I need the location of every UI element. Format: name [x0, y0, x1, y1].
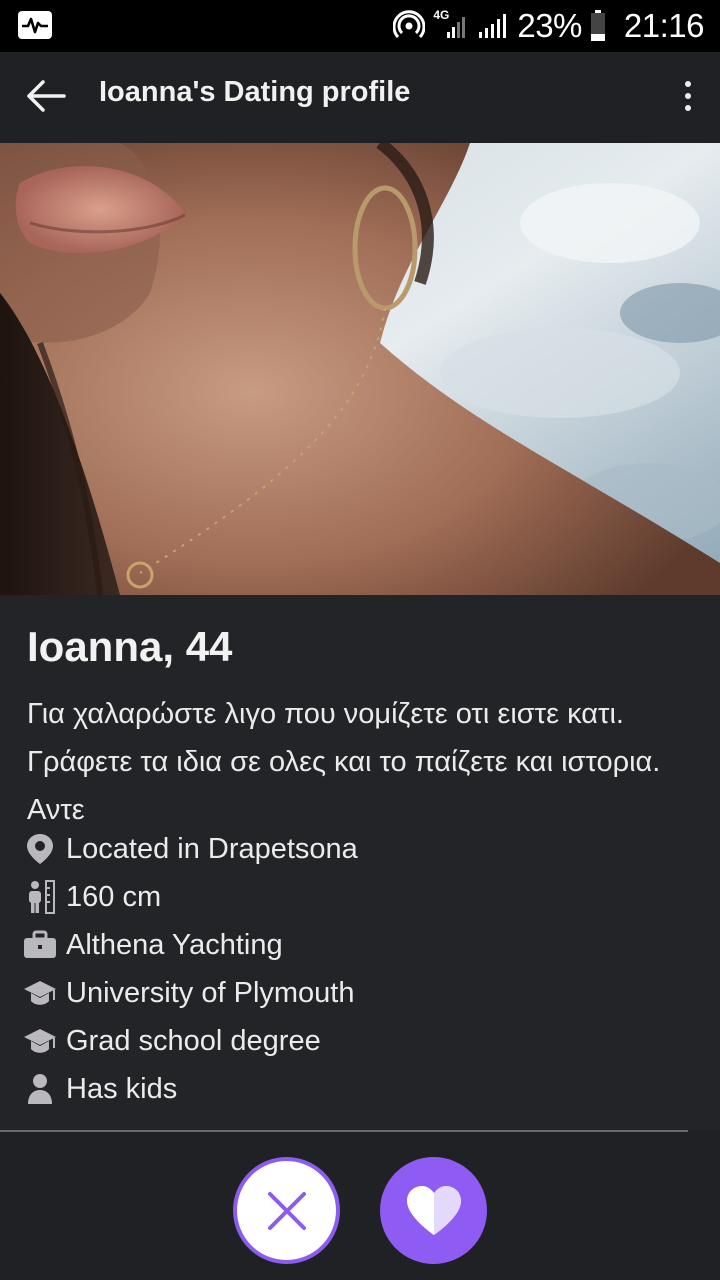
location-pin-icon [22, 831, 58, 867]
profile-details: Ioanna, 44 Για χαλαρώστε λιγο που νομίζε… [0, 595, 720, 1131]
fact-text: 160 cm [66, 880, 162, 913]
profile-bio: Για χαλαρώστε λιγο που νομίζετε οτι ειστ… [27, 698, 661, 826]
fact-location: Located in Drapetsona [22, 825, 702, 873]
status-bar: 4G 23% 21:16 [0, 0, 720, 52]
signal-4g-icon: 4G [433, 8, 469, 42]
fact-text: Althena Yachting [66, 928, 283, 961]
action-bar [0, 1132, 720, 1280]
fact-work: Althena Yachting [22, 921, 702, 969]
profile-facts-list: Located in Drapetsona 160 cm Althena Yac… [22, 825, 702, 1113]
profile-photo [0, 143, 720, 595]
fact-university: University of Plymouth [22, 969, 702, 1017]
page-title: Ioanna's Dating profile [99, 76, 411, 108]
fact-degree: Grad school degree [22, 1017, 702, 1065]
heart-icon [406, 1185, 461, 1235]
battery-icon [590, 10, 605, 41]
graduation-cap-icon [22, 1023, 58, 1059]
back-arrow-icon[interactable] [24, 76, 68, 116]
fact-kids: Has kids [22, 1065, 702, 1113]
hotspot-icon [393, 10, 426, 39]
more-options-icon[interactable] [682, 78, 694, 114]
battery-percent: 23% [517, 7, 582, 44]
activity-monitor-icon [18, 11, 52, 39]
profile-name-age: Ioanna, 44 [27, 623, 233, 670]
graduation-cap-icon [22, 975, 58, 1011]
briefcase-icon [22, 927, 58, 963]
fact-text: University of Plymouth [66, 976, 355, 1009]
app-bar: Ioanna's Dating profile [0, 52, 720, 140]
fact-text: Grad school degree [66, 1024, 321, 1057]
like-button[interactable] [380, 1157, 487, 1264]
close-icon [267, 1191, 306, 1230]
clock: 21:16 [623, 7, 705, 44]
fact-text: Located in Drapetsona [66, 832, 358, 865]
signal-strength-icon [479, 14, 507, 38]
fact-height: 160 cm [22, 873, 702, 921]
fact-text: Has kids [66, 1072, 178, 1105]
height-icon [22, 879, 58, 915]
pass-button[interactable] [233, 1157, 340, 1264]
person-icon [22, 1071, 58, 1107]
